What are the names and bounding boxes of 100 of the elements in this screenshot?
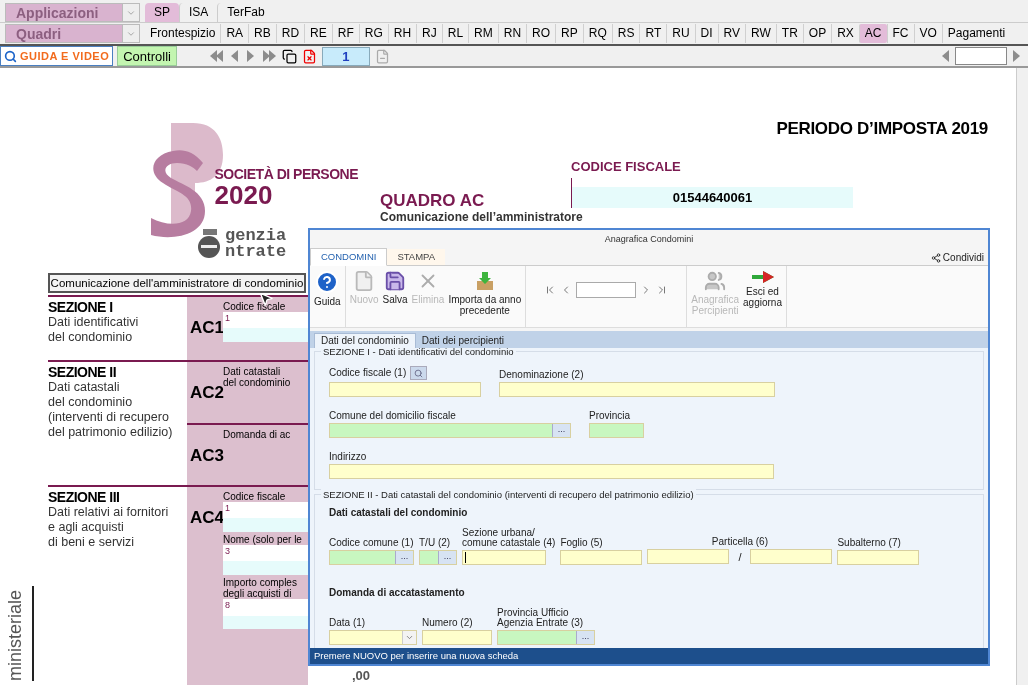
checks-button[interactable]: Controlli <box>117 46 177 66</box>
quadro-tab[interactable]: RG <box>358 24 388 43</box>
logo-year: 2020 <box>214 182 274 208</box>
quadro-tab[interactable]: DI <box>694 24 718 43</box>
app-tab[interactable]: SP <box>145 3 179 22</box>
section-description: del patrimonio edilizio) <box>48 425 174 440</box>
form-field[interactable]: 1 <box>223 502 308 532</box>
date-picker[interactable] <box>329 630 417 645</box>
quadro-tab[interactable]: OP <box>802 24 832 43</box>
next-page-icon[interactable] <box>244 49 256 63</box>
input-field[interactable] <box>647 549 730 565</box>
field-label: Codice fiscale (1) <box>329 368 407 378</box>
quadro-tab[interactable]: RO <box>526 24 556 43</box>
quadro-tab[interactable]: RA <box>220 24 249 43</box>
lookup-button[interactable]: ... <box>552 424 570 437</box>
form-field[interactable]: 8 <box>223 599 308 629</box>
field-label: Data (1) <box>329 618 366 628</box>
input-field[interactable] <box>750 549 833 565</box>
quadro-tab[interactable]: VO <box>913 24 942 43</box>
toolbar-button[interactable]: Guida <box>314 270 341 307</box>
quadro-tab[interactable]: RD <box>275 24 305 43</box>
section-description: Dati relativi ai fornitori <box>48 505 170 520</box>
form-field[interactable]: 3 <box>223 545 308 575</box>
quadro-tab[interactable]: RM <box>468 24 498 43</box>
input-field[interactable]: ... <box>497 630 595 645</box>
quadro-tab[interactable]: RX <box>831 24 859 43</box>
toolbar-button[interactable]: Salva <box>382 270 408 305</box>
quadro-tab[interactable]: RH <box>387 24 417 43</box>
delete-page-icon[interactable] <box>301 48 317 64</box>
search-button[interactable] <box>410 366 428 380</box>
section-title: SEZIONE II <box>48 364 118 380</box>
field-label: T/U (2) <box>419 538 451 548</box>
input-field[interactable] <box>329 382 481 397</box>
form-field[interactable]: 1 <box>223 312 308 342</box>
input-field[interactable] <box>589 423 644 438</box>
input-field[interactable] <box>462 550 546 565</box>
side-label: ministeriale <box>6 589 24 681</box>
save-icon <box>384 270 407 292</box>
input-field[interactable] <box>560 550 643 565</box>
quadro-tab[interactable]: RV <box>717 24 746 43</box>
quadro-tab[interactable]: RL <box>441 24 469 43</box>
input-field[interactable]: ... <box>329 550 414 565</box>
form-tab[interactable]: Dati del condominio <box>314 333 416 348</box>
ribbon-tab[interactable]: STAMPA <box>387 249 446 265</box>
field-label: Dati catastali del condominio <box>223 366 292 388</box>
toolbar-button[interactable]: Esci ed aggiorna <box>743 270 782 308</box>
arrow-right-icon <box>750 270 775 284</box>
quadro-tab[interactable]: AC <box>858 24 887 43</box>
agency-name: ntrate <box>225 244 287 260</box>
quadro-tab[interactable]: RB <box>248 24 276 43</box>
ribbon-tab[interactable]: CONDOMINI <box>310 248 388 266</box>
quadro-tab[interactable]: RN <box>497 24 527 43</box>
quadro-tab[interactable]: RQ <box>582 24 612 43</box>
page-jump-field[interactable] <box>955 47 1007 65</box>
separator-text: / <box>737 549 743 565</box>
form-tab[interactable]: Dati dei percipienti <box>415 334 511 348</box>
quadro-tab[interactable]: RJ <box>416 24 442 43</box>
text-cursor-icon <box>465 552 466 563</box>
input-field[interactable] <box>329 464 774 479</box>
input-field[interactable] <box>837 550 920 565</box>
section-title: SEZIONE III <box>48 489 121 505</box>
input-field[interactable] <box>422 630 492 645</box>
quadro-tab[interactable]: Pagamenti <box>941 24 1011 43</box>
quadro-tab[interactable]: RS <box>611 24 640 43</box>
quadro-tab[interactable]: RU <box>666 24 695 43</box>
quadro-tab[interactable]: RE <box>304 24 332 43</box>
field-label: Foglio (5) <box>560 538 603 548</box>
quadro-tab[interactable]: FC <box>886 24 914 43</box>
copy-page-icon[interactable] <box>281 48 297 64</box>
quadro-tab[interactable]: RF <box>331 24 359 43</box>
field-label: Nome (solo per le <box>223 534 302 545</box>
field-label: Provincia <box>589 411 631 421</box>
record-field[interactable] <box>576 282 637 298</box>
input-field[interactable]: ... <box>329 423 571 438</box>
lookup-button[interactable]: ... <box>438 551 456 564</box>
logo-title: SOCIETÀ DI PERSONE <box>214 167 358 182</box>
quadro-tab[interactable]: RW <box>745 24 776 43</box>
app-tab[interactable]: ISA <box>179 3 218 22</box>
page-number-field[interactable]: 1 <box>321 46 370 66</box>
toolbar-button[interactable]: Importa da anno precedente <box>448 270 522 316</box>
dialog-title: Anagrafica Condomini <box>604 233 694 246</box>
section-description: Dati identificativi <box>48 315 140 330</box>
vertical-scrollbar[interactable] <box>1016 68 1028 685</box>
scroll-left-icon[interactable] <box>940 49 951 63</box>
app-tab[interactable]: TerFab <box>217 3 274 22</box>
quadro-tab[interactable]: TR <box>775 24 803 43</box>
share-button[interactable]: Condividi <box>930 251 984 265</box>
quadro-title: QUADRO AC <box>380 192 486 210</box>
lookup-button[interactable]: ... <box>576 631 594 644</box>
status-bar: Premere NUOVO per inserire una nuova scheda <box>310 648 988 664</box>
input-field[interactable]: ... <box>419 550 457 565</box>
scroll-right-icon[interactable] <box>1011 49 1022 63</box>
quadro-tab[interactable]: RT <box>639 24 667 43</box>
quadro-subtitle: Comunicazione dell’amministratore <box>380 210 583 224</box>
open-dialog-button[interactable]: Comunicazione dell'amministratore di condominio <box>48 273 306 293</box>
quadro-tab[interactable]: Frontespizio <box>145 24 221 43</box>
quadro-tab[interactable]: RP <box>555 24 583 43</box>
lookup-button[interactable]: ... <box>395 551 413 564</box>
input-field[interactable] <box>499 382 775 397</box>
field-label: Provincia Ufficio Agenzia Entrate (3) <box>497 608 584 628</box>
